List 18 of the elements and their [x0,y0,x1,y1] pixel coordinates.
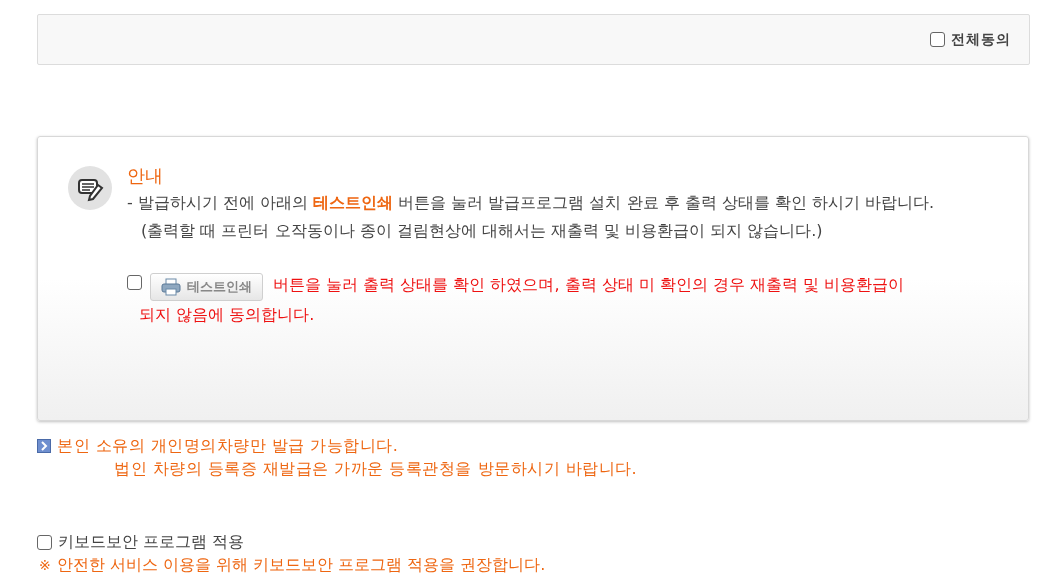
notice-text: (출력할 때 프린터 오작동이나 종이 걸림현상에 대해서는 재출력 및 비용환급이 되지 않습니다.) [140,220,824,242]
checkbox[interactable] [127,275,142,290]
keyboard-security-label: 키보드보안 프로그램 적용 [58,531,245,553]
agree-all-label: 전체동의 [951,30,1011,49]
arrow-bullet-icon [37,439,51,453]
consent-text: 버튼을 눌러 출력 상태를 확인 하였으며, 출력 상태 미 확인의 경우 재출력 및 비용환급이 [273,275,905,294]
notice-title: 안내 [127,165,164,187]
vehicle-note: 본인 소유의 개인명의차량만 발급 가능합니다. [57,435,399,457]
vehicle-note: 법인 차량의 등록증 재발급은 가까운 등록관청을 방문하시기 바랍니다. [113,458,639,480]
notice-text: - 발급하시기 전에 아래의 테스트인쇄 버튼을 눌러 발급프로그램 설치 완료 후 출력 상태를 확인 하시기 바랍니다. [127,192,936,214]
printer-icon [161,278,181,296]
memo-icon [68,166,112,210]
consent-text: 되지 않음에 동의합니다. [138,304,316,326]
checkbox[interactable] [930,32,945,47]
note-mark: ※ [38,556,51,575]
checkbox[interactable] [37,534,52,550]
keyboard-security-note: 안전한 서비스 이용을 위해 키보드보안 프로그램 적용을 권장합니다. [56,554,546,576]
test-print-button[interactable]: 테스트인쇄 [150,273,263,301]
